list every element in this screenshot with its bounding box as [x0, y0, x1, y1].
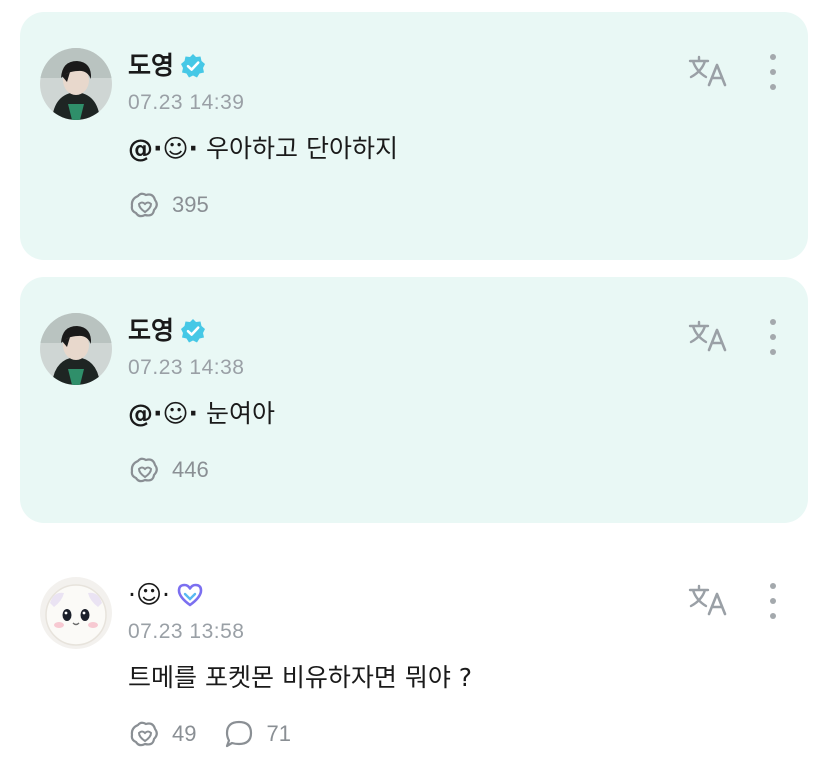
translate-icon [687, 55, 729, 91]
post-text: 트메를 포켓몬 비유하자면 뭐야 ? [128, 661, 472, 695]
more-dot [770, 334, 776, 340]
more-dot [770, 84, 776, 90]
translate-icon [687, 584, 729, 620]
post-body: 우아하고 단아하지 [206, 134, 398, 163]
mention[interactable]: @·☺· [128, 399, 198, 428]
post-text: @·☺· 우아하고 단아하지 [128, 132, 398, 166]
translate-button[interactable] [686, 584, 730, 620]
post-timestamp: 07.23 14:38 [128, 356, 245, 379]
verified-badge-icon [180, 53, 206, 79]
author-name[interactable]: 도영 [128, 50, 174, 82]
like-icon [128, 190, 160, 220]
more-options-button[interactable] [758, 319, 788, 355]
comment-count: 71 [266, 721, 291, 746]
more-dot [770, 349, 776, 355]
fanlight-heart-icon [176, 582, 204, 608]
like-count: 395 [172, 192, 209, 217]
like-button[interactable]: 446 [128, 453, 209, 487]
post-body: 트메를 포켓몬 비유하자면 뭐야 ? [128, 663, 473, 692]
avatar-image-icon [40, 577, 112, 649]
like-button[interactable]: 395 [128, 188, 209, 222]
like-icon [128, 455, 160, 485]
like-count: 446 [172, 457, 209, 482]
author-avatar[interactable] [40, 48, 112, 120]
post-body: 눈여아 [206, 399, 276, 428]
more-options-button[interactable] [758, 583, 788, 619]
author-avatar[interactable] [40, 577, 112, 649]
author-avatar[interactable] [40, 313, 112, 385]
more-vertical-icon [770, 319, 776, 325]
more-vertical-icon [770, 54, 776, 60]
like-button[interactable]: 49 [128, 717, 196, 751]
post-text: @·☺· 눈여아 [128, 397, 275, 431]
mention[interactable]: @·☺· [128, 134, 198, 163]
translate-button[interactable] [686, 55, 730, 91]
comment-button[interactable]: 71 [224, 717, 291, 751]
post-card[interactable]: 도영 07.23 14:39 @·☺· 우아하고 단아하지 395 [20, 12, 808, 260]
comment-icon [224, 719, 254, 749]
more-vertical-icon [770, 583, 776, 589]
post-timestamp: 07.23 14:39 [128, 91, 245, 114]
more-options-button[interactable] [758, 54, 788, 90]
avatar-image-icon [40, 48, 112, 120]
like-count: 49 [172, 721, 197, 746]
translate-icon [687, 320, 729, 356]
author-name[interactable]: ·☺· [128, 579, 170, 611]
author-name[interactable]: 도영 [128, 315, 174, 347]
verified-badge-icon [180, 318, 206, 344]
like-icon [128, 719, 160, 749]
post-card[interactable]: 도영 07.23 14:38 @·☺· 눈여아 446 [20, 277, 808, 523]
more-dot [770, 613, 776, 619]
more-dot [770, 69, 776, 75]
post-timestamp: 07.23 13:58 [128, 620, 245, 643]
translate-button[interactable] [686, 320, 730, 356]
post-card[interactable]: ·☺· 07.23 13:58 트메를 포켓몬 비유하자면 뭐야 ? 49 71 [20, 541, 808, 761]
more-dot [770, 598, 776, 604]
avatar-image-icon [40, 313, 112, 385]
